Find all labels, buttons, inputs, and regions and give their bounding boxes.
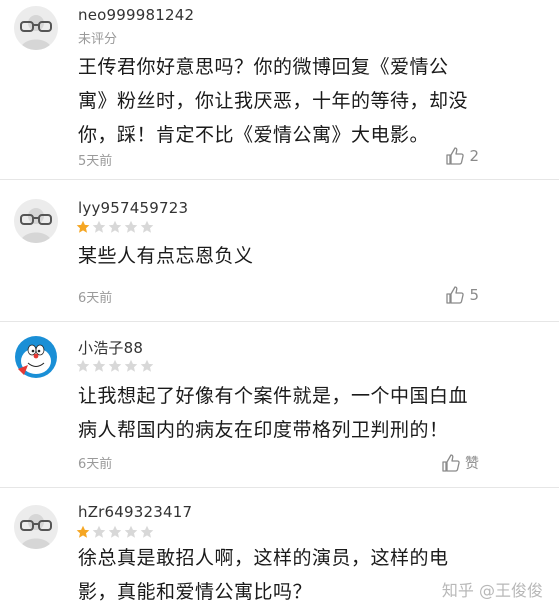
comment-item: neo999981242 未评分 王传君你好意思吗？你的微博回复《爱情公 寓》粉… [0, 0, 559, 180]
like-count: 2 [469, 147, 479, 165]
glasses-avatar-icon[interactable] [14, 6, 58, 50]
star-empty-icon [92, 220, 106, 233]
rating-label: 未评分 [78, 32, 118, 47]
star-empty-icon [108, 525, 122, 538]
like-count: 赞 [465, 456, 479, 472]
comment-content: 某些人有点忘恩负义 [78, 239, 518, 273]
comment-content: 让我想起了好像有个案件就是，一个中国白血 病人帮国内的病友在印度带格列卫判刑的！ [78, 379, 518, 447]
thumbs-up-icon [446, 286, 465, 304]
glasses-avatar-icon[interactable] [14, 505, 58, 549]
content-line: 寓》粉丝时，你让我厌恶，十年的等待，却没 [78, 90, 469, 112]
comment-username[interactable]: neo999981242 [78, 6, 194, 24]
comment-time: 6天前 [78, 457, 113, 472]
like-button[interactable]: 2 [445, 146, 479, 166]
star-filled-icon [76, 525, 90, 538]
comment-time: 5天前 [78, 154, 113, 169]
comment-time: 6天前 [78, 291, 113, 306]
content-line: 病人帮国内的病友在印度带格列卫判刑的！ [78, 419, 449, 441]
comment-username[interactable]: hZr649323417 [78, 503, 192, 521]
doraemon-avatar-icon[interactable] [14, 335, 58, 379]
thumbs-up-icon [442, 454, 460, 472]
content-line: 某些人有点忘恩负义 [78, 245, 254, 267]
star-empty-icon [140, 525, 154, 538]
like-button[interactable]: 5 [445, 285, 479, 305]
star-rating [76, 220, 154, 234]
like-button[interactable]: 赞 [441, 453, 479, 473]
comment-item: 小浩子88 让我想起了好像有个案件就是，一个中国白血 病人帮国内的病友在印度带格… [0, 323, 559, 488]
star-empty-icon [140, 220, 154, 233]
star-empty-icon [76, 359, 90, 372]
star-rating [76, 359, 154, 373]
content-line: 王传君你好意思吗？你的微博回复《爱情公 [78, 56, 449, 78]
watermark: 知乎 @王俊俊 [441, 581, 543, 600]
like-count: 5 [469, 286, 479, 304]
glasses-avatar-icon[interactable] [14, 199, 58, 243]
comment-username[interactable]: 小浩子88 [78, 337, 143, 358]
star-empty-icon [92, 359, 106, 372]
star-empty-icon [140, 359, 154, 372]
star-empty-icon [124, 220, 138, 233]
comment-content: 王传君你好意思吗？你的微博回复《爱情公 寓》粉丝时，你让我厌恶，十年的等待，却没… [78, 50, 518, 152]
content-line: 让我想起了好像有个案件就是，一个中国白血 [78, 385, 469, 407]
star-empty-icon [108, 359, 122, 372]
star-empty-icon [124, 359, 138, 372]
thumbs-up-icon [446, 147, 465, 165]
comment-item: lyy957459723 某些人有点忘恩负义 6天前 5 [0, 181, 559, 322]
content-line: 徐总真是敢招人啊，这样的演员，这样的电 [78, 547, 449, 569]
star-rating [76, 525, 154, 539]
comment-username[interactable]: lyy957459723 [78, 199, 188, 217]
star-empty-icon [92, 525, 106, 538]
star-empty-icon [124, 525, 138, 538]
star-empty-icon [108, 220, 122, 233]
star-filled-icon [76, 220, 90, 233]
